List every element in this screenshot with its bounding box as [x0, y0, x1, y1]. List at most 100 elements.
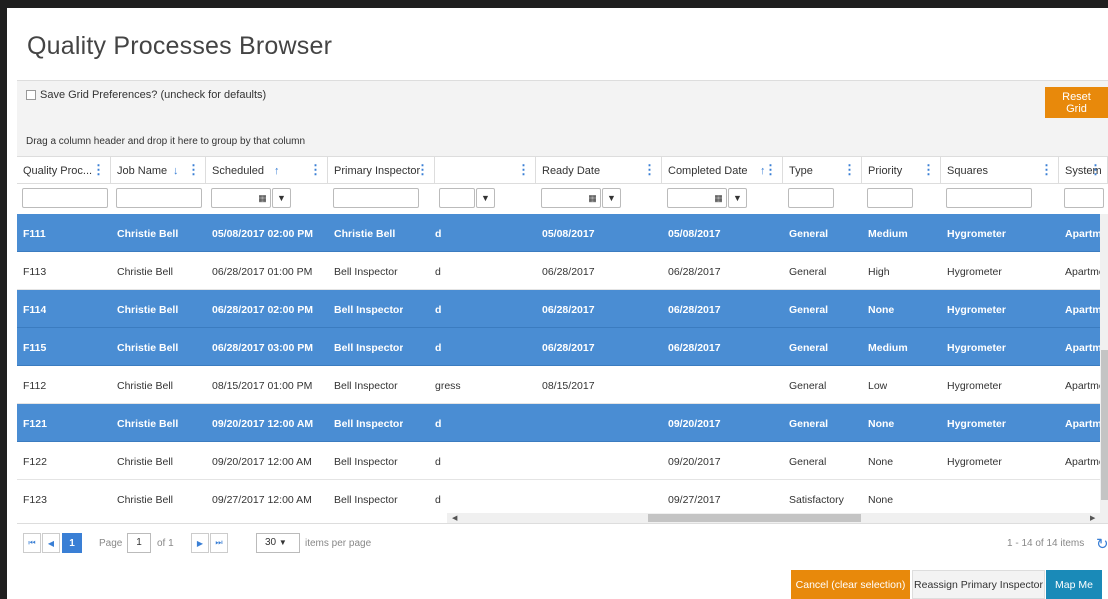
column-header-5[interactable]: Ready Date ⋮	[536, 157, 662, 183]
table-cell: gress	[435, 380, 461, 392]
filter-cell	[783, 184, 862, 214]
current-page-button[interactable]: 1	[62, 533, 82, 553]
table-cell: 06/28/2017	[668, 266, 721, 278]
table-row[interactable]: F121 Christie Bell 09/20/2017 12:00 AM Bell…	[17, 404, 1108, 442]
refresh-icon[interactable]: ↻	[1096, 535, 1108, 553]
table-cell: F112	[23, 380, 47, 392]
table-cell: 09/20/2017 12:00 AM	[212, 456, 312, 468]
table-cell: 06/28/2017	[542, 342, 595, 354]
column-filter-input[interactable]	[116, 188, 202, 208]
table-row[interactable]: F114 Christie Bell 06/28/2017 02:00 PM Bell…	[17, 290, 1108, 328]
column-filter-input[interactable]	[439, 188, 475, 208]
column-menu-icon[interactable]: ⋮	[309, 162, 322, 178]
column-filter-input[interactable]	[1064, 188, 1104, 208]
page-label: Page	[99, 538, 123, 549]
table-row[interactable]: F111 Christie Bell 05/08/2017 02:00 PM Chri…	[17, 214, 1108, 252]
table-cell: 09/20/2017 12:00 AM	[212, 418, 314, 430]
table-cell: 09/27/2017 12:00 AM	[212, 494, 312, 506]
column-filter-input[interactable]	[333, 188, 419, 208]
column-filter-input[interactable]	[946, 188, 1032, 208]
horizontal-scroll-thumb[interactable]	[648, 514, 861, 522]
calendar-icon[interactable]: ▦	[253, 188, 272, 208]
last-page-icon[interactable]: ⏭	[210, 533, 228, 553]
column-header-9[interactable]: Squares ⋮	[941, 157, 1059, 183]
table-cell: d	[435, 304, 442, 316]
column-header-0[interactable]: Quality Proc... ⋮	[17, 157, 111, 183]
column-menu-icon[interactable]: ⋮	[1040, 162, 1053, 178]
page-number-input[interactable]: 1	[127, 533, 151, 553]
table-cell: Medium	[868, 228, 908, 240]
table-cell: Hygrometer	[947, 380, 1002, 392]
column-header-10[interactable]: System ⋮	[1059, 157, 1108, 183]
column-filter-input[interactable]	[788, 188, 834, 208]
column-filter-input[interactable]	[22, 188, 108, 208]
table-cell: F121	[23, 418, 47, 430]
column-menu-icon[interactable]: ⋮	[843, 162, 856, 178]
column-header-3[interactable]: Primary Inspector ⋮	[328, 157, 435, 183]
scroll-right-icon[interactable]: ▶	[1090, 514, 1095, 522]
calendar-icon[interactable]: ▦	[583, 188, 602, 208]
filter-icon[interactable]: ▼	[272, 188, 291, 208]
table-cell: None	[868, 456, 894, 468]
table-cell: General	[789, 304, 829, 316]
column-filter-input[interactable]	[867, 188, 913, 208]
column-header-label: Quality Proc...	[23, 165, 93, 177]
column-header-label: Primary Inspector	[334, 165, 421, 177]
scroll-left-icon[interactable]: ◀	[452, 514, 457, 522]
cancel-selection-button[interactable]: Cancel (clear selection)	[791, 570, 910, 599]
column-header-1[interactable]: Job Name ↓ ⋮	[111, 157, 206, 183]
reset-grid-button[interactable]: Reset Grid	[1045, 87, 1108, 118]
vertical-scroll-thumb[interactable]	[1101, 350, 1108, 500]
column-header-4[interactable]: ⋮	[435, 157, 536, 183]
table-cell: Christie Bell	[117, 304, 179, 316]
column-header-7[interactable]: Type ⋮	[783, 157, 862, 183]
table-cell: Hygrometer	[947, 342, 1006, 354]
table-row[interactable]: F122 Christie Bell 09/20/2017 12:00 AM Bell…	[17, 442, 1108, 480]
filter-icon[interactable]: ▼	[476, 188, 495, 208]
column-menu-icon[interactable]: ⋮	[764, 162, 777, 178]
group-drop-area[interactable]: Drag a column header and drop it here to…	[17, 126, 1108, 157]
sort-descending-icon[interactable]: ↓	[173, 165, 179, 177]
table-row[interactable]: F123 Christie Bell 09/27/2017 12:00 AM Bell…	[17, 480, 1108, 513]
filter-cell: ▦ ▼	[536, 184, 662, 214]
table-cell: Christie Bell	[117, 418, 179, 430]
grid-toolbar: Save Grid Preferences? (uncheck for defa…	[17, 80, 1108, 127]
table-cell: Bell Inspector	[334, 304, 404, 316]
filter-cell	[1059, 184, 1108, 214]
reassign-inspector-button[interactable]: Reassign Primary Inspector	[912, 570, 1045, 599]
column-menu-icon[interactable]: ⋮	[416, 162, 429, 178]
table-cell: d	[435, 266, 441, 278]
column-header-2[interactable]: Scheduled ↑ ⋮	[206, 157, 328, 183]
sort-ascending-icon[interactable]: ↑	[274, 165, 280, 177]
column-menu-icon[interactable]: ⋮	[187, 162, 200, 178]
column-menu-icon[interactable]: ⋮	[517, 162, 530, 178]
table-cell: General	[789, 418, 829, 430]
calendar-icon[interactable]: ▦	[709, 188, 728, 208]
table-cell: 06/28/2017	[542, 266, 595, 278]
table-cell: Hygrometer	[947, 228, 1006, 240]
column-menu-icon[interactable]: ⋮	[92, 162, 105, 178]
save-preferences-option[interactable]: Save Grid Preferences? (uncheck for defa…	[26, 89, 266, 101]
table-cell: Satisfactory	[789, 494, 844, 506]
table-cell: F113	[23, 266, 47, 278]
column-header-8[interactable]: Priority ⋮	[862, 157, 941, 183]
column-header-6[interactable]: Completed Date ↑ ⋮	[662, 157, 783, 183]
table-cell: Hygrometer	[947, 266, 1002, 278]
table-cell: Christie Bell	[334, 228, 396, 240]
save-preferences-checkbox[interactable]	[26, 90, 36, 100]
table-row[interactable]: F112 Christie Bell 08/15/2017 01:00 PM Bell…	[17, 366, 1108, 404]
column-menu-icon[interactable]: ⋮	[922, 162, 935, 178]
window-frame-top	[0, 0, 1108, 8]
page-size-select[interactable]: 30 ▼	[256, 533, 300, 553]
previous-page-icon[interactable]: ◀	[42, 533, 60, 553]
table-cell: General	[789, 342, 829, 354]
column-menu-icon[interactable]: ⋮	[643, 162, 656, 178]
column-menu-icon[interactable]: ⋮	[1089, 162, 1102, 178]
first-page-icon[interactable]: ⏮	[23, 533, 41, 553]
filter-icon[interactable]: ▼	[602, 188, 621, 208]
table-row[interactable]: F115 Christie Bell 06/28/2017 03:00 PM Bell…	[17, 328, 1108, 366]
table-row[interactable]: F113 Christie Bell 06/28/2017 01:00 PM Bell…	[17, 252, 1108, 290]
filter-icon[interactable]: ▼	[728, 188, 747, 208]
map-me-button[interactable]: Map Me	[1046, 570, 1102, 599]
next-page-icon[interactable]: ▶	[191, 533, 209, 553]
